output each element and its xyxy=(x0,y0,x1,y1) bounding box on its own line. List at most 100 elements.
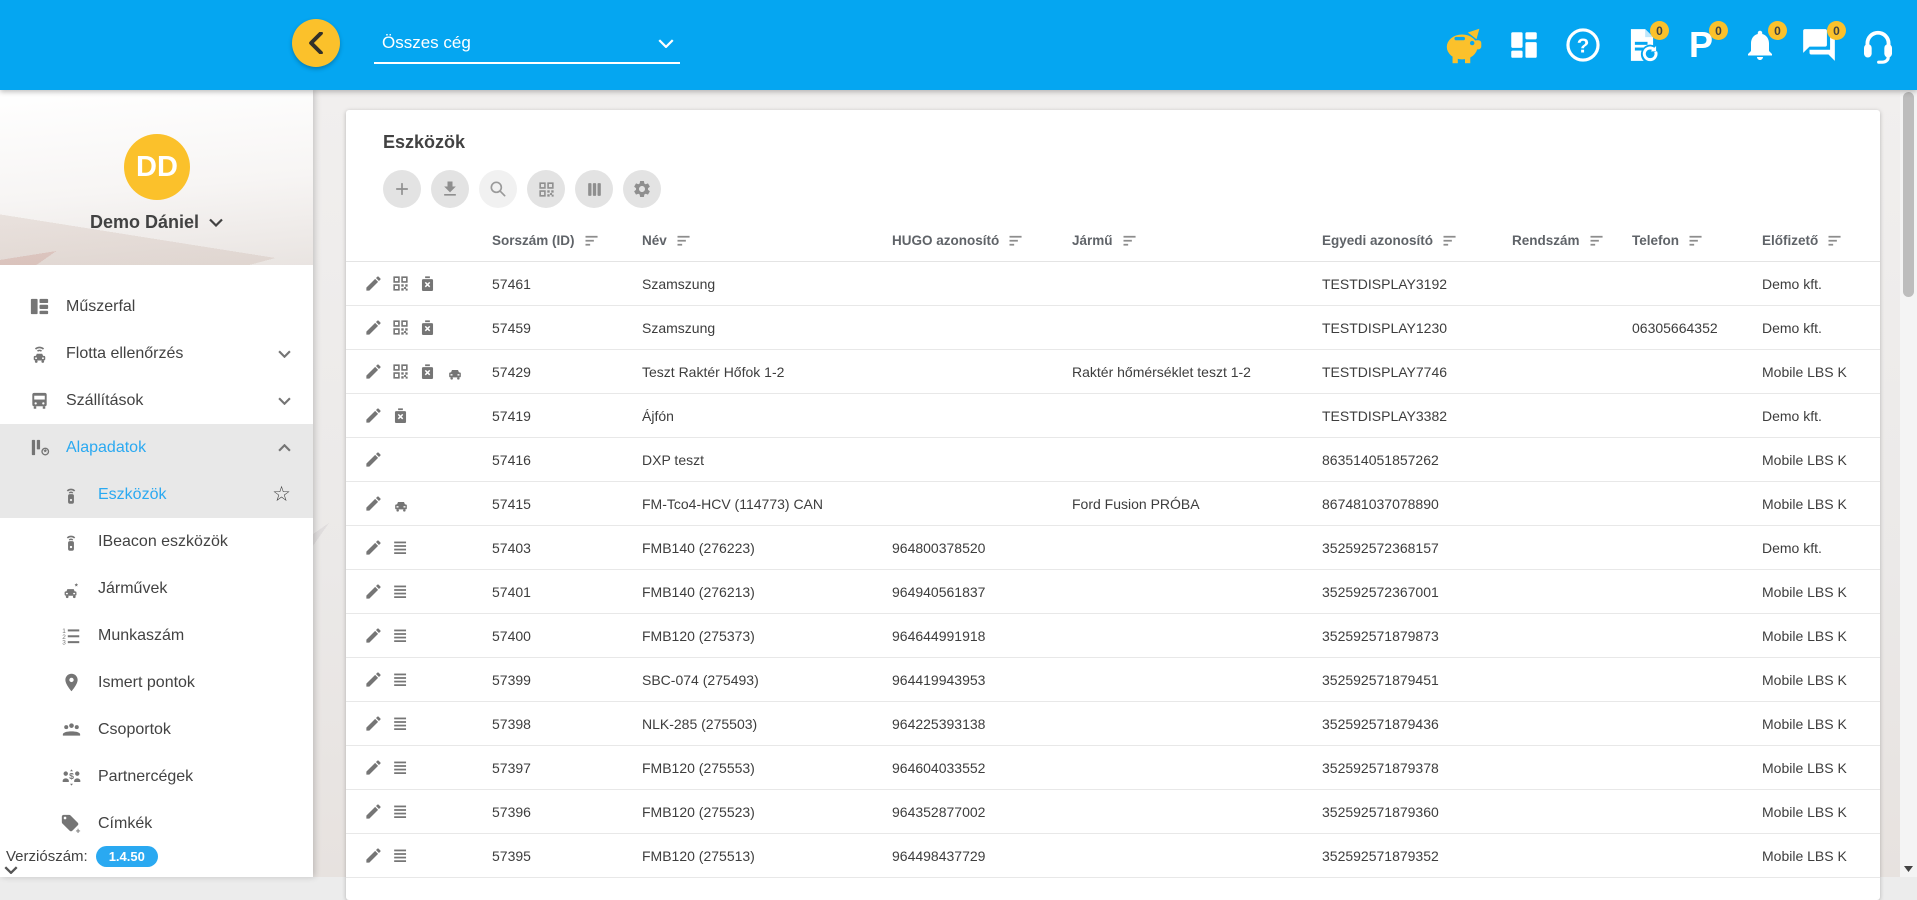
edit-icon[interactable] xyxy=(364,274,383,293)
columns-button[interactable] xyxy=(575,170,613,208)
settings-button[interactable] xyxy=(623,170,661,208)
column-header-hugo[interactable]: HUGO azonosító xyxy=(876,220,1056,261)
edit-icon[interactable] xyxy=(364,362,383,381)
sidebar-scroll-down-icon[interactable] xyxy=(4,861,18,879)
sidebar-item-cimkek[interactable]: + Címkék xyxy=(0,800,313,847)
sidebar-item-szallitasok[interactable]: Szállítások xyxy=(0,377,313,424)
sidebar-item-ismert-pontok[interactable]: Ismert pontok xyxy=(0,659,313,706)
cell-sorszam: 57461 xyxy=(476,262,626,305)
list-icon[interactable] xyxy=(391,538,410,557)
qr-icon[interactable] xyxy=(391,318,410,337)
list-icon[interactable] xyxy=(391,626,410,645)
notifications-badge: 0 xyxy=(1768,21,1787,40)
edit-icon[interactable] xyxy=(364,318,383,337)
cell-telefon xyxy=(1616,570,1746,613)
download-button[interactable] xyxy=(431,170,469,208)
search-button[interactable] xyxy=(479,170,517,208)
cell-nev: FMB120 (275523) xyxy=(626,790,876,833)
edit-icon[interactable] xyxy=(364,802,383,821)
column-header-telefon[interactable]: Telefon xyxy=(1616,220,1746,261)
cell-elofizeto: Mobile LBS K xyxy=(1746,834,1880,877)
delete-icon[interactable] xyxy=(418,318,437,337)
sidebar-item-eszkozok[interactable]: Eszközök ☆ xyxy=(0,471,313,518)
edit-icon[interactable] xyxy=(364,626,383,645)
favorite-star-icon[interactable]: ☆ xyxy=(272,482,291,507)
cell-egyedi: 352592571879352 xyxy=(1306,834,1496,877)
cell-telefon xyxy=(1616,834,1746,877)
cell-hugo xyxy=(876,482,1056,525)
back-button[interactable] xyxy=(292,19,340,67)
edit-icon[interactable] xyxy=(364,714,383,733)
cell-nev: FMB120 (275373) xyxy=(626,614,876,657)
car-icon[interactable] xyxy=(445,362,465,382)
sidebar-item-label: Csoportok xyxy=(98,721,171,739)
edit-icon[interactable] xyxy=(364,538,383,557)
qr-icon[interactable] xyxy=(391,362,410,381)
column-header-sorszam[interactable]: Sorszám (ID) xyxy=(476,220,626,261)
column-header-nev[interactable]: Név xyxy=(626,220,876,261)
table-row: 57419ÁjfónTESTDISPLAY3382Demo kft. xyxy=(346,394,1880,438)
parking-icon[interactable]: P 0 xyxy=(1678,22,1724,68)
sidebar-item-csoportok[interactable]: Csoportok xyxy=(0,706,313,753)
beacon-icon xyxy=(58,531,84,553)
scrollbar-thumb[interactable] xyxy=(1903,92,1914,297)
cell-rendszam xyxy=(1496,306,1616,349)
list-icon[interactable] xyxy=(391,714,410,733)
qr-scan-button[interactable] xyxy=(527,170,565,208)
cell-nev: FMB140 (276213) xyxy=(626,570,876,613)
cell-egyedi: 352592571879873 xyxy=(1306,614,1496,657)
list-icon[interactable] xyxy=(391,802,410,821)
column-header-rendszam[interactable]: Rendszám xyxy=(1496,220,1616,261)
car-icon[interactable] xyxy=(391,494,411,514)
delete-icon[interactable] xyxy=(418,362,437,381)
sidebar-item-alapadatok[interactable]: Alapadatok xyxy=(0,424,313,471)
delete-icon[interactable] xyxy=(418,274,437,293)
edit-icon[interactable] xyxy=(364,670,383,689)
cell-elofizeto: Mobile LBS K xyxy=(1746,614,1880,657)
support-icon[interactable] xyxy=(1855,22,1901,68)
company-select[interactable]: Összes cég xyxy=(374,28,680,64)
cell-sorszam: 57397 xyxy=(476,746,626,789)
notifications-icon[interactable]: 0 xyxy=(1737,22,1783,68)
edit-icon[interactable] xyxy=(364,758,383,777)
list-icon[interactable] xyxy=(391,670,410,689)
column-header-jarmu[interactable]: Jármű xyxy=(1056,220,1306,261)
help-icon[interactable]: ? xyxy=(1560,22,1606,68)
messages-icon[interactable]: 0 xyxy=(1796,22,1842,68)
cell-telefon xyxy=(1616,262,1746,305)
cell-nev: Szamszung xyxy=(626,262,876,305)
scrollbar-down-button[interactable] xyxy=(1900,860,1917,877)
cell-sorszam: 57396 xyxy=(476,790,626,833)
version-badge: 1.4.50 xyxy=(96,846,158,867)
edit-icon[interactable] xyxy=(364,494,383,513)
sidebar-item-ibeacon-eszkozok[interactable]: IBeacon eszközök xyxy=(0,518,313,565)
column-header-egyedi[interactable]: Egyedi azonosító xyxy=(1306,220,1496,261)
add-button[interactable] xyxy=(383,170,421,208)
cell-nev: FMB120 (275553) xyxy=(626,746,876,789)
sidebar-item-partnercegek[interactable]: $ Partnercégek xyxy=(0,753,313,800)
sidebar-item-jarmuvek[interactable]: Járművek xyxy=(0,565,313,612)
delete-icon[interactable] xyxy=(391,406,410,425)
avatar[interactable]: DD xyxy=(124,134,190,200)
edit-icon[interactable] xyxy=(364,582,383,601)
cell-rendszam xyxy=(1496,834,1616,877)
sidebar-item-flotta-ellenorzes[interactable]: Flotta ellenőrzés xyxy=(0,330,313,377)
document-sync-icon[interactable]: 0 xyxy=(1619,22,1665,68)
edit-icon[interactable] xyxy=(364,846,383,865)
sidebar-item-munkaszam[interactable]: 123 Munkaszám xyxy=(0,612,313,659)
user-name: Demo Dániel xyxy=(90,212,199,233)
version-label: Verziószám: xyxy=(6,848,88,865)
apps-grid-icon[interactable] xyxy=(1501,22,1547,68)
sidebar-item-muszerfal[interactable]: Műszerfal xyxy=(0,283,313,330)
edit-icon[interactable] xyxy=(364,450,383,469)
edit-icon[interactable] xyxy=(364,406,383,425)
qr-icon[interactable] xyxy=(391,274,410,293)
list-icon[interactable] xyxy=(391,582,410,601)
table-row: 57400FMB120 (275373)96464499191835259257… xyxy=(346,614,1880,658)
piggy-bank-icon[interactable] xyxy=(1442,22,1488,68)
cell-hugo: 964604033552 xyxy=(876,746,1056,789)
list-icon[interactable] xyxy=(391,846,410,865)
list-icon[interactable] xyxy=(391,758,410,777)
user-menu[interactable]: Demo Dániel xyxy=(0,212,313,233)
column-header-elofizeto[interactable]: Előfizető xyxy=(1746,220,1880,261)
